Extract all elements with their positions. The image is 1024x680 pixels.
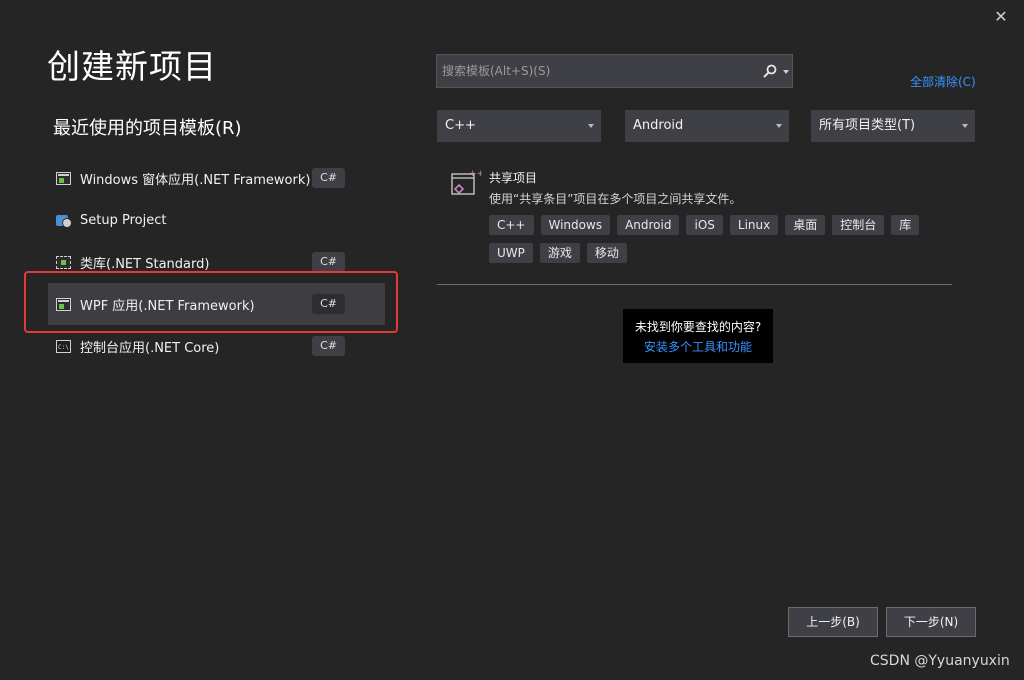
template-tag: Linux	[729, 215, 779, 235]
watermark: CSDN @Yyuanyuxin	[870, 653, 1010, 669]
recent-item-label: 控制台应用(.NET Core)	[80, 340, 220, 356]
search-options-arrow-icon[interactable]	[783, 70, 789, 74]
results-divider	[437, 284, 952, 285]
recent-item-label: 类库(.NET Standard)	[80, 256, 210, 272]
template-tag: 游戏	[539, 243, 580, 263]
search-input[interactable]	[437, 55, 747, 87]
svg-text:++: ++	[469, 169, 482, 179]
recent-item-setup-project[interactable]: Setup Project	[48, 199, 385, 241]
back-button[interactable]: 上一步(B)	[788, 607, 878, 637]
search-icon[interactable]	[762, 63, 778, 79]
dropdown-value: 所有项目类型(T)	[819, 118, 916, 133]
template-description: 使用“共享条目”项目在多个项目之间共享文件。	[489, 192, 742, 206]
class-library-icon	[56, 255, 71, 269]
template-tag: C++	[489, 215, 534, 235]
selection-highlight	[24, 271, 398, 333]
template-tag: Windows	[540, 215, 611, 235]
dropdown-value: C++	[445, 118, 476, 133]
not-found-question: 未找到你要查找的内容?	[634, 320, 762, 334]
next-button[interactable]: 下一步(N)	[886, 607, 976, 637]
install-tools-link[interactable]: 安装多个工具和功能	[623, 338, 773, 355]
clear-all-link[interactable]: 全部清除(C)	[910, 73, 976, 90]
chevron-down-icon	[588, 124, 594, 128]
template-tag: iOS	[686, 215, 723, 235]
template-tag: UWP	[489, 243, 533, 263]
platform-filter-dropdown[interactable]: Android	[625, 110, 789, 142]
project-type-filter-dropdown[interactable]: 所有项目类型(T)	[811, 110, 975, 142]
template-tags: C++ Windows Android iOS Linux 桌面 控制台 库 U…	[489, 215, 949, 263]
language-filter-dropdown[interactable]: C++	[437, 110, 601, 142]
shared-project-icon: ++	[451, 169, 482, 195]
svg-text:C:\: C:\	[58, 344, 69, 351]
chevron-down-icon	[962, 124, 968, 128]
language-badge: C#	[312, 336, 345, 356]
not-found-panel: 未找到你要查找的内容? 安装多个工具和功能	[623, 309, 773, 363]
template-title: 共享项目	[489, 171, 538, 185]
setup-project-icon	[56, 214, 72, 228]
template-search[interactable]	[436, 54, 793, 88]
recent-item-label: Windows 窗体应用(.NET Framework)	[80, 172, 311, 188]
page-title: 创建新项目	[47, 47, 217, 86]
template-tag: 库	[891, 215, 920, 235]
template-tag: 移动	[586, 243, 627, 263]
template-tag: 桌面	[785, 215, 826, 235]
chevron-down-icon	[776, 124, 782, 128]
language-badge: C#	[312, 252, 345, 272]
recent-item-winforms[interactable]: Windows 窗体应用(.NET Framework) C#	[48, 157, 385, 199]
close-button[interactable]: ✕	[990, 6, 1012, 28]
dropdown-value: Android	[633, 118, 684, 133]
template-tag: 控制台	[832, 215, 885, 235]
language-badge: C#	[312, 168, 345, 188]
template-tag: Android	[617, 215, 680, 235]
console-icon: C:\	[56, 339, 71, 353]
winforms-icon	[56, 171, 71, 185]
recent-item-label: Setup Project	[80, 212, 167, 228]
recent-templates-heading: 最近使用的项目模板(R)	[53, 118, 242, 139]
